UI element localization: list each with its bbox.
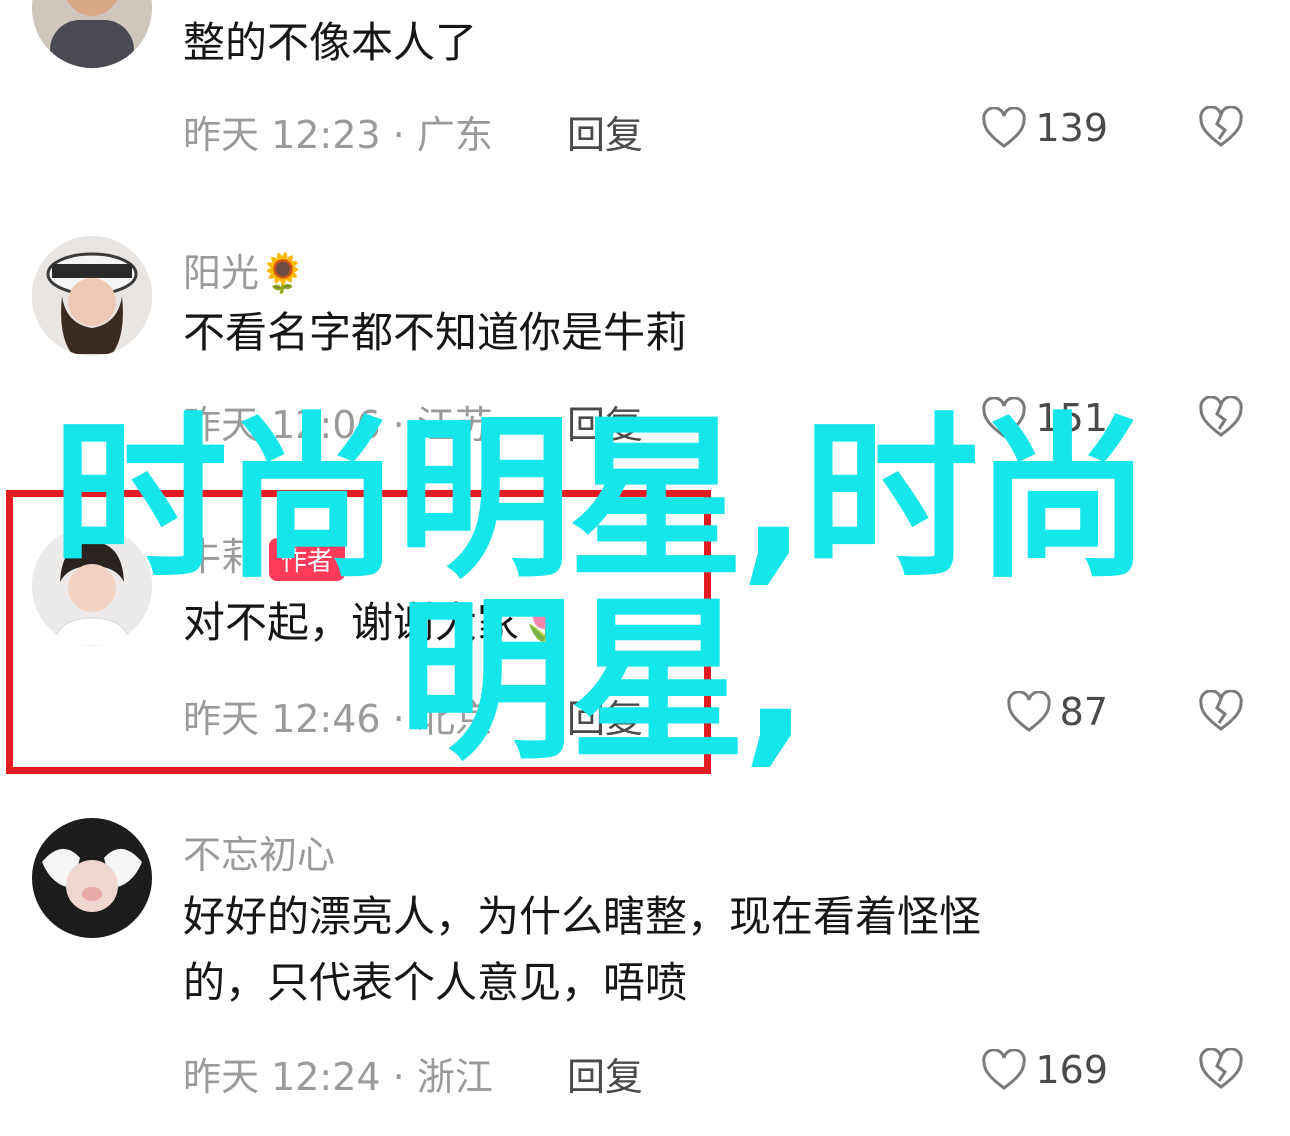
dislike-button[interactable] [1198,396,1244,438]
dislike-button[interactable] [1198,106,1244,148]
avatar[interactable] [32,0,152,68]
dislike-button[interactable] [1198,690,1244,732]
broken-heart-icon [1198,396,1244,438]
dislike-button[interactable] [1198,1048,1244,1090]
comment-text: 不看名字都不知道你是牛莉 [183,308,688,357]
username[interactable]: 阳光🌻 [183,242,306,297]
comment-item: 不忘初心 好好的漂亮人，为什么瞎整，现在看着怪怪 的，只代表个人意见，唔喷 昨天… [0,790,1290,1136]
like-button[interactable]: 87 [1006,690,1108,734]
comment-meta: 昨天 12:24 · 浙江 [183,1055,493,1099]
comment-text-line2: 的，只代表个人意见，唔喷 [183,958,688,1007]
broken-heart-icon [1198,690,1244,732]
broken-heart-icon [1198,106,1244,148]
username[interactable]: 不忘初心 [183,824,335,879]
like-count: 87 [1059,690,1108,734]
avatar[interactable] [32,818,152,938]
comment-text: 整的不像本人了 [183,18,478,67]
like-button[interactable]: 139 [981,106,1108,150]
overlay-title-line2: 明星, [398,579,809,784]
reply-button[interactable]: 回复 [567,1046,643,1101]
heart-outline-icon [981,107,1027,149]
sunflower-emoji: 🌻 [259,251,307,295]
avatar[interactable] [32,236,152,356]
heart-outline-icon [1006,691,1052,733]
reply-button[interactable]: 回复 [567,104,643,159]
broken-heart-icon [1198,1048,1244,1090]
comment-text: 好好的漂亮人，为什么瞎整，现在看着怪怪 [183,892,982,941]
comment-item: 整的不像本人了 昨天 12:23 · 广东 回复 139 [0,0,1290,200]
like-count: 169 [1035,1048,1108,1092]
overlay-title-line1: 时尚明星,时尚 [52,397,1151,602]
heart-outline-icon [981,1049,1027,1091]
comment-meta: 昨天 12:23 · 广东 [183,113,493,157]
like-button[interactable]: 169 [981,1048,1108,1092]
like-count: 139 [1035,106,1108,150]
